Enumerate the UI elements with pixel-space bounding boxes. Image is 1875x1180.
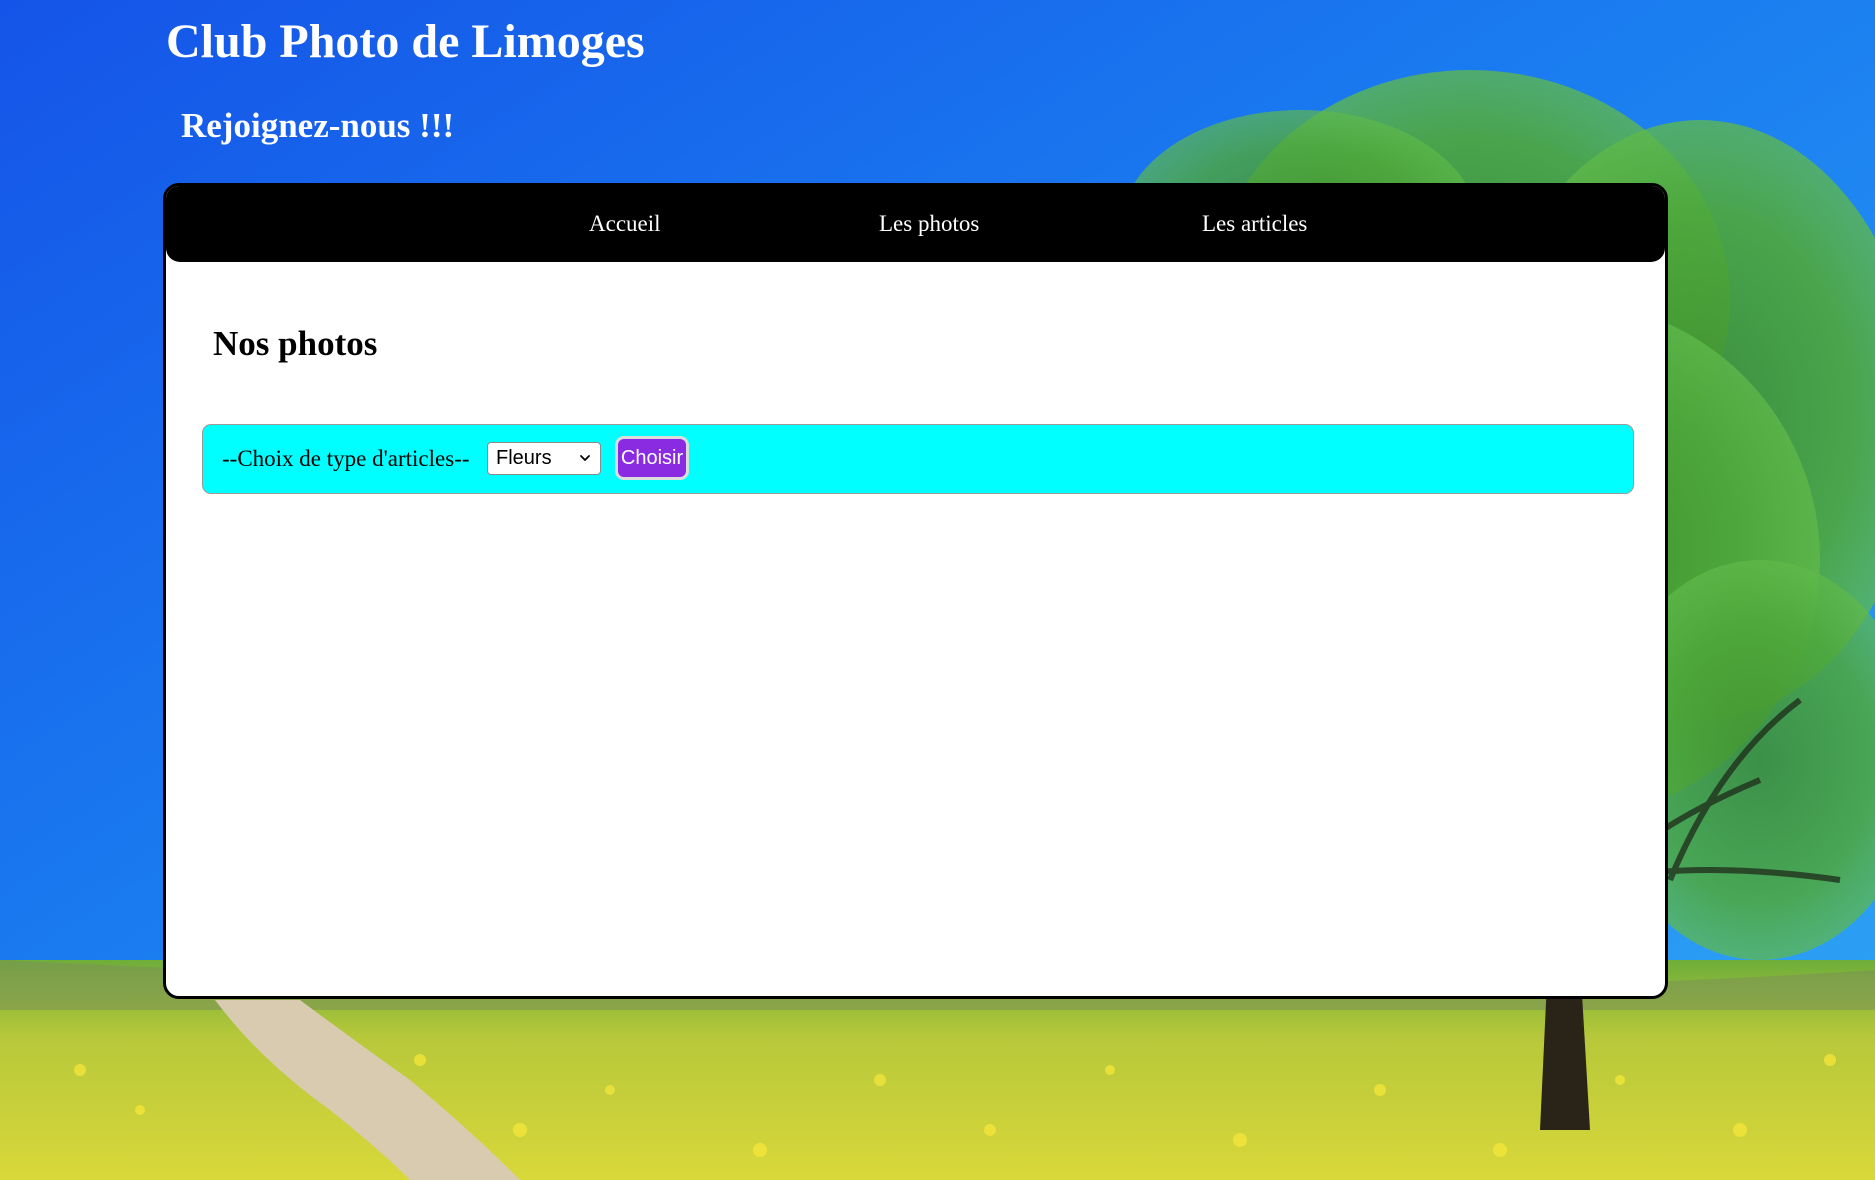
content-panel: Accueil Les photos Les articles Nos phot… xyxy=(163,183,1668,999)
nav-link-photos[interactable]: Les photos xyxy=(879,186,979,262)
nav-link-articles[interactable]: Les articles xyxy=(1202,186,1307,262)
nav-link-accueil[interactable]: Accueil xyxy=(589,186,661,262)
choose-button[interactable]: Choisir xyxy=(615,436,689,480)
chevron-down-icon xyxy=(580,455,590,461)
article-type-label: --Choix de type d'articles-- xyxy=(222,446,470,471)
site-subtitle: Rejoignez-nous !!! xyxy=(181,106,455,145)
main-navigation: Accueil Les photos Les articles xyxy=(166,186,1665,262)
article-type-filter-form: --Choix de type d'articles-- Fleurs Choi… xyxy=(202,424,1634,494)
article-type-select[interactable]: Fleurs xyxy=(487,442,601,475)
page-heading: Nos photos xyxy=(213,324,378,363)
article-type-selected-value: Fleurs xyxy=(496,447,552,469)
site-title: Club Photo de Limoges xyxy=(166,15,645,68)
